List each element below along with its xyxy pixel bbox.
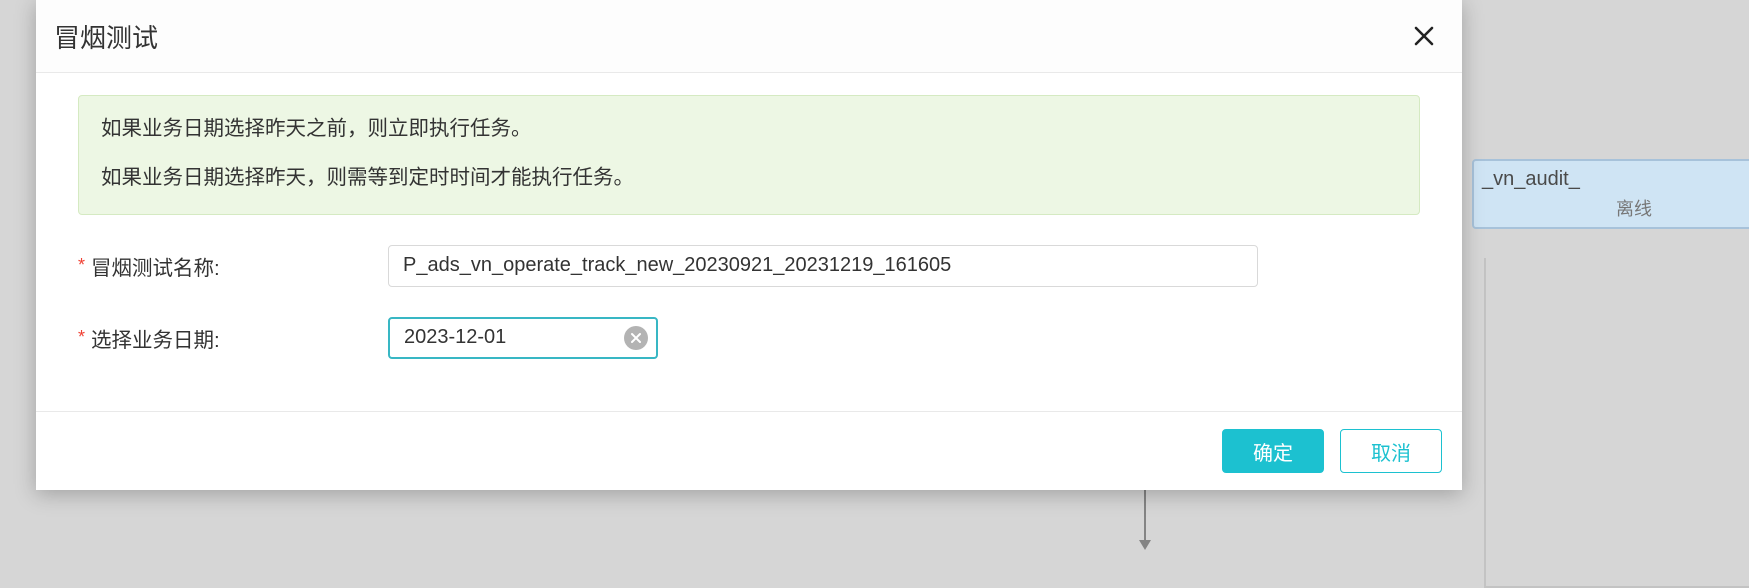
required-asterisk: *: [78, 327, 85, 348]
modal-footer: 确定 取消: [36, 412, 1462, 490]
dag-edge-arrow: [1144, 488, 1146, 548]
test-name-input[interactable]: [388, 245, 1258, 287]
canvas-selection-border: [1484, 258, 1749, 588]
smoke-test-modal: 冒烟测试 如果业务日期选择昨天之前，则立即执行任务。 如果业务日期选择昨天，则需…: [36, 0, 1462, 490]
clear-date-icon[interactable]: [624, 326, 648, 350]
label-biz-date: * 选择业务日期:: [78, 323, 388, 353]
label-test-name: * 冒烟测试名称:: [78, 251, 388, 281]
form-row-name: * 冒烟测试名称:: [78, 245, 1420, 287]
dag-node[interactable]: _vn_audit_ 离线: [1472, 159, 1749, 229]
dag-node-subtitle: 离线: [1482, 195, 1749, 221]
modal-title: 冒烟测试: [54, 18, 1406, 55]
alert-line-1: 如果业务日期选择昨天之前，则立即执行任务。: [101, 114, 1397, 145]
required-asterisk: *: [78, 255, 85, 276]
ok-button[interactable]: 确定: [1222, 429, 1324, 473]
dag-node-title: _vn_audit_: [1482, 165, 1749, 193]
info-alert: 如果业务日期选择昨天之前，则立即执行任务。 如果业务日期选择昨天，则需等到定时时…: [78, 95, 1420, 215]
modal-header: 冒烟测试: [36, 0, 1462, 73]
cancel-button[interactable]: 取消: [1340, 429, 1442, 473]
biz-date-picker[interactable]: [388, 317, 658, 359]
form-row-bizdate: * 选择业务日期:: [78, 317, 1420, 359]
biz-date-input[interactable]: [388, 317, 658, 359]
alert-line-2: 如果业务日期选择昨天，则需等到定时时间才能执行任务。: [101, 163, 1397, 194]
modal-body: 如果业务日期选择昨天之前，则立即执行任务。 如果业务日期选择昨天，则需等到定时时…: [36, 73, 1462, 412]
close-icon[interactable]: [1406, 18, 1442, 54]
